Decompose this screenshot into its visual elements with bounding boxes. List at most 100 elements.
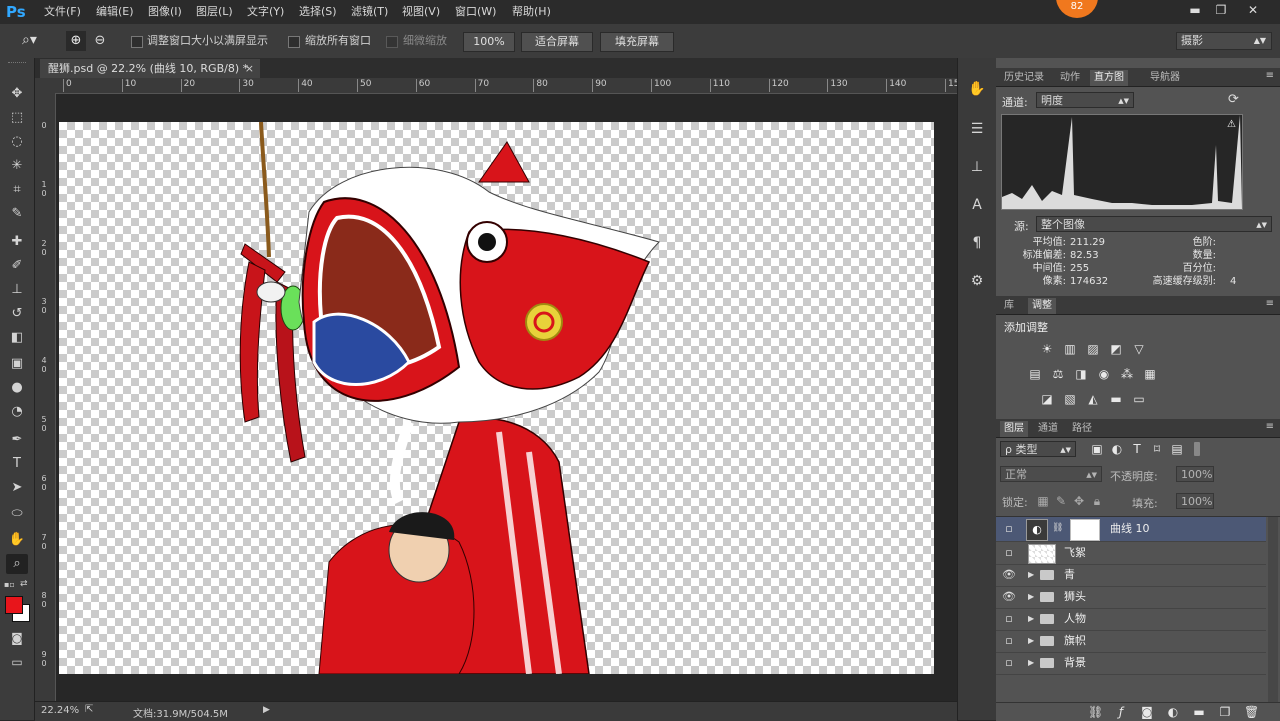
lock-transparent-icon[interactable]: ▦ (1036, 494, 1050, 508)
dodge-tool-icon[interactable]: ◔ (6, 402, 28, 422)
menu-layer[interactable]: 图层(L) (196, 4, 233, 20)
new-group-icon[interactable]: ▬ (1192, 705, 1206, 719)
add-mask-icon[interactable]: ◙ (1140, 705, 1154, 719)
eyedropper-tool-icon[interactable]: ✎ (6, 204, 28, 224)
resize-windows-checkbox[interactable] (131, 36, 143, 48)
filter-type-icon[interactable]: T (1130, 442, 1144, 456)
visibility-toggle[interactable]: ▫ (1002, 634, 1016, 648)
levels-icon[interactable]: ▥ (1063, 342, 1077, 356)
tab-navigator[interactable]: 导航器 (1146, 70, 1184, 86)
layer-style-icon[interactable]: ƒ (1114, 705, 1128, 719)
close-window-button[interactable]: ✕ (1240, 2, 1266, 18)
foreground-color-swatch[interactable] (5, 596, 23, 614)
lasso-tool-icon[interactable]: ◌ (6, 132, 28, 152)
workspace-select[interactable]: 摄影 ▲▼ (1176, 32, 1272, 50)
chain-link-icon[interactable]: ⛓ (1052, 523, 1063, 533)
layer-name[interactable]: 背景 (1064, 656, 1086, 670)
healing-brush-tool-icon[interactable]: ✚ (6, 232, 28, 252)
lock-image-icon[interactable]: ✎ (1054, 494, 1068, 508)
pen-tool-icon[interactable]: ✒ (6, 430, 28, 450)
layer-row[interactable]: 👁︎ ▶ 青 (996, 565, 1266, 587)
panel-menu-icon[interactable]: ≡ (1266, 298, 1274, 309)
zoom-in-icon[interactable]: ⊕ (66, 31, 86, 51)
swap-colors-icon[interactable]: ⇄ (20, 579, 30, 589)
visibility-toggle[interactable]: ▫ (1002, 546, 1016, 560)
character-icon[interactable]: A (966, 194, 988, 216)
expand-arrow-icon[interactable]: ▶ (1028, 591, 1036, 603)
black-white-icon[interactable]: ◨ (1074, 367, 1088, 381)
ellipse-tool-icon[interactable]: ⬭ (6, 504, 28, 524)
layer-row[interactable]: ▫ 飞絮 (996, 542, 1266, 565)
menu-view[interactable]: 视图(V) (402, 4, 440, 20)
tab-adjustments[interactable]: 调整 (1028, 298, 1056, 314)
color-balance-icon[interactable]: ⚖ (1051, 367, 1065, 381)
vibrance-icon[interactable]: ▽ (1132, 342, 1146, 356)
menu-filter[interactable]: 滤镜(T) (351, 4, 388, 20)
link-layers-icon[interactable]: ⛓ (1088, 705, 1103, 719)
filter-toggle[interactable] (1194, 442, 1200, 456)
horizontal-ruler[interactable]: 0102030405060708090100110120130140150160… (55, 78, 1200, 94)
channel-select[interactable]: 明度 ▲▼ (1036, 92, 1134, 108)
invert-icon[interactable]: ◪ (1040, 392, 1054, 406)
threshold-icon[interactable]: ◭ (1086, 392, 1100, 406)
menu-window[interactable]: 窗口(W) (455, 4, 496, 20)
color-lookup-icon[interactable]: ▦ (1143, 367, 1157, 381)
tab-libraries[interactable]: 库 (1000, 298, 1018, 314)
brightness-contrast-icon[interactable]: ☀ (1040, 342, 1054, 356)
layers-scrollbar[interactable] (1268, 517, 1278, 711)
posterize-icon[interactable]: ▧ (1063, 392, 1077, 406)
tool-presets-icon[interactable]: ⚙ (966, 270, 988, 292)
expand-arrow-icon[interactable]: ▶ (1028, 613, 1036, 625)
filter-shape-icon[interactable]: ⌑ (1150, 442, 1164, 456)
menu-edit[interactable]: 编辑(E) (96, 4, 134, 20)
blur-tool-icon[interactable]: ● (6, 378, 28, 398)
gradient-map-icon[interactable]: ▭ (1132, 392, 1146, 406)
fill-input[interactable]: 100% (1176, 493, 1214, 509)
expand-arrow-icon[interactable]: ▶ (1028, 657, 1036, 669)
blend-mode-select[interactable]: 正常 ▲▼ (1000, 466, 1102, 482)
tab-layers[interactable]: 图层 (1000, 421, 1028, 437)
fill-screen-button[interactable]: 填充屏幕 (600, 32, 674, 52)
zoom-out-icon[interactable]: ⊖ (90, 31, 110, 51)
status-menu-arrow-icon[interactable]: ▶ (263, 705, 270, 715)
photo-filter-icon[interactable]: ◉ (1097, 367, 1111, 381)
menu-type[interactable]: 文字(Y) (247, 4, 284, 20)
exposure-icon[interactable]: ◩ (1109, 342, 1123, 356)
layer-row[interactable]: ▫ ◐ ⛓ 曲线 10 (996, 517, 1266, 542)
quick-mask-icon[interactable]: ◙ (6, 628, 28, 648)
tab-history[interactable]: 历史记录 (1000, 70, 1048, 86)
marquee-tool-icon[interactable]: ⬚ (6, 108, 28, 128)
source-select[interactable]: 整个图像 ▲▼ (1036, 216, 1272, 232)
filter-adjustment-icon[interactable]: ◐ (1110, 442, 1124, 456)
layer-mask-thumbnail[interactable] (1070, 519, 1100, 541)
move-tool-icon[interactable]: ✥ (6, 84, 28, 104)
refresh-icon[interactable]: ⟳ (1228, 92, 1239, 107)
menu-help[interactable]: 帮助(H) (512, 4, 551, 20)
eye-icon[interactable]: 👁︎ (1002, 568, 1016, 582)
hue-saturation-icon[interactable]: ▤ (1028, 367, 1042, 381)
document-tab[interactable]: 醒狮.psd @ 22.2% (曲线 10, RGB/8) * × (40, 59, 260, 78)
minimize-button[interactable]: ▬ (1182, 2, 1208, 18)
layer-row[interactable]: ▫ ▶ 人物 (996, 609, 1266, 631)
visibility-toggle[interactable]: ▫ (1002, 522, 1016, 536)
menu-select[interactable]: 选择(S) (299, 4, 337, 20)
eraser-tool-icon[interactable]: ◧ (6, 328, 28, 348)
lock-all-icon[interactable]: 🔒︎ (1090, 494, 1104, 508)
new-adjustment-icon[interactable]: ◐ (1166, 705, 1180, 719)
clone-source-icon[interactable]: ⊥ (966, 156, 988, 178)
zoom-tool-preset-icon[interactable]: ⌕▾ (22, 32, 52, 50)
layer-name[interactable]: 青 (1064, 568, 1075, 582)
ruler-origin[interactable] (35, 78, 55, 93)
warning-icon[interactable]: ⚠ (1227, 119, 1236, 130)
layer-row[interactable]: ▫ ▶ 旗帜 (996, 631, 1266, 653)
filter-smart-object-icon[interactable]: ▤ (1170, 442, 1184, 456)
layer-name[interactable]: 人物 (1064, 612, 1086, 626)
zoom-tool-icon[interactable]: ⌕ (6, 554, 28, 574)
brush-presets-icon[interactable]: ✋ (966, 78, 988, 100)
screen-mode-icon[interactable]: ▭ (6, 652, 28, 672)
tab-histogram[interactable]: 直方图 (1090, 70, 1128, 86)
history-brush-tool-icon[interactable]: ↺ (6, 304, 28, 324)
layer-name[interactable]: 飞絮 (1064, 546, 1086, 560)
export-icon[interactable]: ⇱ (85, 704, 93, 715)
layer-filter-select[interactable]: ρ 类型 ▲▼ (1000, 441, 1076, 457)
